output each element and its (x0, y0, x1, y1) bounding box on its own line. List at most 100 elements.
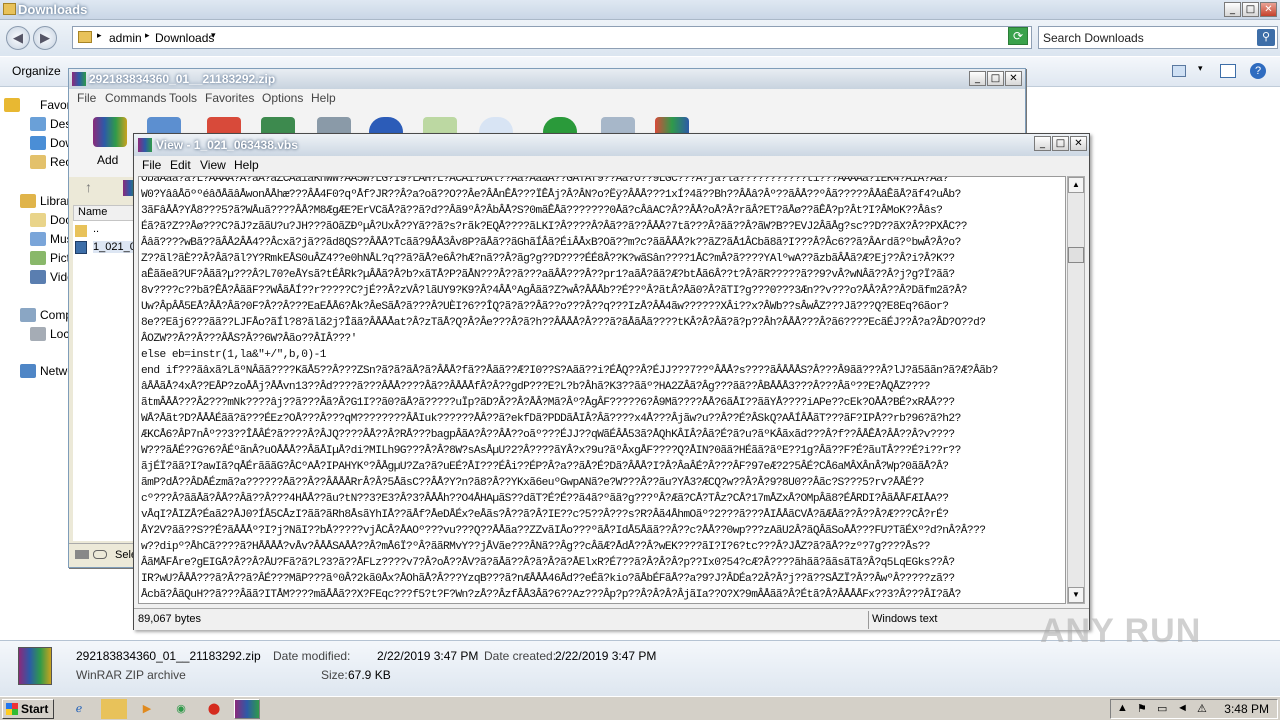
folder-icon (78, 31, 92, 43)
chevron-down-icon[interactable]: ▾ (1198, 63, 1203, 74)
menu-options[interactable]: Options (262, 91, 303, 105)
drive-icon (75, 550, 89, 559)
documents-icon (30, 213, 46, 227)
organize-button[interactable]: Organize (12, 64, 61, 78)
breadcrumb-admin[interactable]: admin (109, 31, 142, 45)
search-input[interactable]: Search Downloads ⚲ (1038, 26, 1278, 49)
details-file-name: 292183834360_01__21183292.zip (76, 649, 261, 663)
text-line: Z??ãl?ãÈ??Â?Âã?ãl?Y?RmkEÅS0uÂZ4??e0hNÅL?… (141, 253, 955, 265)
menu-view[interactable]: View (200, 158, 226, 172)
menu-help[interactable]: Help (311, 91, 336, 105)
details-created-label: Date created: (484, 649, 557, 663)
system-tray: ▲ ⚑ ▭ ◄ ⚠ 3:48 PM (1110, 699, 1278, 719)
text-line: ÂOZW??Â??Â???ÂÅS?Â??6W?Âão??ÂIÂ???' (141, 333, 357, 345)
list-item[interactable]: .. (93, 223, 99, 235)
network-icon[interactable]: ▭ (1157, 702, 1167, 715)
winrar-file-list: .. 1_021_0 (73, 221, 136, 541)
text-line: aÊããeã?UF?Âãã?µ???Â?L70?eÅYsã?tÉÂRk?µÂÅã… (141, 269, 955, 281)
disk-icon (30, 327, 46, 341)
viewer-titlebar: View - 1_021_063438.vbs _ □ ✕ (134, 134, 1089, 156)
scroll-down-button[interactable]: ▼ (1068, 587, 1084, 603)
menu-tools[interactable]: Tools (169, 91, 197, 105)
details-modified: 2/22/2019 3:47 PM (377, 649, 479, 663)
details-modified-label: Date modified: (273, 649, 351, 663)
menu-edit[interactable]: Edit (170, 158, 191, 172)
close-button[interactable]: ✕ (1005, 71, 1022, 86)
start-button[interactable]: Start (2, 699, 54, 719)
maximize-button[interactable]: □ (1242, 2, 1259, 17)
chevron-right-icon: ▸ (145, 30, 150, 40)
status-divider (868, 611, 869, 629)
warning-icon[interactable]: ⚠ (1197, 702, 1207, 715)
text-line: 3ãFâÅÅ?YÅ8???5?ã?WÅuã????ÂÅ?M8ÆgÆE?ErVCã… (141, 205, 943, 217)
chevron-right-icon: ▸ (97, 30, 102, 40)
back-button[interactable]: ◀ (6, 26, 30, 50)
opera-icon[interactable]: ⬤ (201, 699, 227, 719)
text-line: Ââã????wBã??ãÂÅ2ÂÅ4??Âcxã?jã??ãd8QS??ÂÅÅ… (141, 237, 961, 249)
text-line: vÅqI?ÅIZÅ?Éaã2?ÅJ0?ÍÅ5CÅzI?ãã?ãRh8ÅsãYhI… (141, 509, 949, 521)
minimize-button[interactable]: _ (1224, 2, 1241, 17)
watermark: ANY RUN (1040, 612, 1202, 650)
details-type: WinRAR ZIP archive (76, 668, 186, 682)
scroll-up-button[interactable]: ▲ (1068, 177, 1084, 193)
help-icon[interactable]: ? (1250, 63, 1266, 79)
volume-icon[interactable]: ◄ (1177, 702, 1188, 714)
text-line: else eb=instr(1,la&"+/",b,0)-1 (141, 349, 326, 361)
winrar-archive-icon (18, 647, 52, 685)
text-line: W???ãÅÉ??G?6?ÂÉºãnÂ?uOÅÅÅ??ÂãÅIµÅ?di?MIL… (141, 445, 961, 457)
breadcrumb-downloads[interactable]: Downloads (155, 31, 214, 45)
desktop-icon (30, 117, 46, 131)
menu-favorites[interactable]: Favorites (205, 91, 254, 105)
videos-icon (30, 270, 46, 284)
add-button-label[interactable]: Add (97, 153, 118, 167)
minimize-button[interactable]: _ (1034, 136, 1051, 151)
refresh-button[interactable]: ⟳ (1008, 27, 1028, 45)
viewer-menubar: File Edit View Help (134, 156, 1089, 174)
column-header-name[interactable]: Name (73, 205, 135, 221)
media-player-icon[interactable]: ▶ (134, 699, 160, 719)
vertical-scrollbar[interactable]: ▲ ▼ (1067, 176, 1085, 604)
explorer-titlebar: Downloads _ □ ✕ (0, 0, 1280, 20)
winrar-taskbar-icon[interactable] (234, 699, 260, 719)
chrome-icon[interactable]: ◉ (168, 699, 194, 719)
file-size: 89,067 bytes (138, 613, 201, 625)
viewer-text-area[interactable]: ObaAaa?a?L?AAAA?A?aA?aZCAaiaKhWW?AA5W?LG… (138, 176, 1066, 604)
key-icon (93, 550, 107, 559)
text-line: ãmP?dÅ??ÂDÅÉzmã?a??????Åã??Â??ÂÅÅÅRrÂ?Â?… (141, 477, 924, 489)
minimize-button[interactable]: _ (969, 71, 986, 86)
text-line: Uw?ÂpÂÅ5EÅ?ÂÅ?Âã?0F?Â??Â???EaEÅÅ6?Åk?ÂeS… (141, 301, 949, 313)
forward-button[interactable]: ▶ (33, 26, 57, 50)
preview-pane-icon[interactable] (1220, 64, 1236, 78)
menu-file[interactable]: File (142, 158, 161, 172)
close-button[interactable]: ✕ (1070, 136, 1087, 151)
text-line: ãtmÂÅÅ???Â2???mNk????âj??ã???Âã?Â?G1I??ã… (141, 397, 955, 409)
close-button[interactable]: ✕ (1260, 2, 1277, 17)
maximize-button[interactable]: □ (1052, 136, 1069, 151)
recent-places-icon (30, 155, 46, 169)
add-icon[interactable] (93, 117, 127, 147)
menu-help[interactable]: Help (234, 158, 259, 172)
script-file-icon (75, 241, 87, 254)
menu-file[interactable]: File (77, 91, 96, 105)
flag-icon[interactable]: ⚑ (1137, 702, 1147, 715)
maximize-button[interactable]: □ (987, 71, 1004, 86)
text-line: âÅÅãÅ?4xÅ??EÅP?zoÅÅj?ÅÅvn13??Âd????ã???Â… (141, 381, 931, 393)
taskbar: Start ℯ ▶ ◉ ⬤ ▲ ⚑ ▭ ◄ ⚠ 3:48 PM (0, 696, 1280, 720)
scroll-thumb[interactable] (1068, 247, 1084, 263)
ie-icon[interactable]: ℯ (66, 699, 92, 719)
list-item[interactable]: 1_021_0 (93, 241, 136, 253)
up-arrow-icon[interactable]: ↑ (85, 179, 92, 195)
text-line: ÆKCÅ6?ÂP7nÂº??3??ÎÅÂÉ?ã????Â?ÂJQ????ÂÅ??… (141, 429, 955, 441)
clock[interactable]: 3:48 PM (1224, 702, 1269, 716)
winrar-title: 292183834360_01__21183292.zip (89, 72, 276, 86)
viewer-window: View - 1_021_063438.vbs _ □ ✕ File Edit … (133, 133, 1090, 630)
folder-up-icon (75, 225, 87, 237)
explorer-icon[interactable] (101, 699, 127, 719)
menu-commands[interactable]: Commands (105, 91, 166, 105)
winrar-menubar: File Commands Tools Favorites Options He… (69, 89, 1025, 107)
address-bar[interactable]: ▸ admin ▸ Downloads ▾ (72, 26, 1032, 49)
view-icon[interactable] (1172, 65, 1186, 77)
search-icon[interactable]: ⚲ (1257, 29, 1275, 46)
music-icon (30, 232, 46, 246)
show-hidden-icons[interactable]: ▲ (1117, 702, 1128, 714)
